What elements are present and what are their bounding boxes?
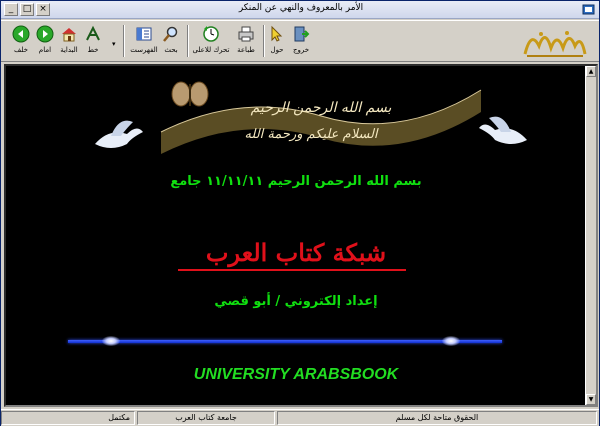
print-label: طباعة bbox=[237, 46, 255, 54]
dove-right-icon bbox=[479, 116, 527, 144]
index-label: الفهرست bbox=[130, 46, 158, 54]
status-bar: مكتمل جامعة كتاب العرب الحقوق متاحة لكل … bbox=[1, 409, 599, 426]
rights-text: الحقوق متاحة لكل مسلم bbox=[277, 411, 597, 425]
forward-arrow-icon bbox=[36, 25, 54, 43]
window-title: الأمر بالمعروف والنهي عن المنكر bbox=[238, 3, 364, 13]
toolbar: خلف امام البداية خط ▾ الفهرست بحث تحرك ل… bbox=[1, 20, 599, 62]
page-group: تحرك للاعلى طباعة bbox=[191, 23, 261, 61]
back-label: خلف bbox=[14, 46, 28, 54]
font-icon bbox=[86, 25, 100, 41]
butterfly-icon bbox=[171, 81, 209, 107]
minimize-button[interactable]: _ bbox=[4, 3, 18, 16]
title-underline bbox=[178, 269, 406, 271]
home-button[interactable]: البداية bbox=[57, 23, 81, 61]
maximize-button[interactable]: □ bbox=[20, 3, 34, 16]
print-icon bbox=[238, 26, 254, 42]
app-icon bbox=[582, 4, 595, 15]
author-line: إعداد إلكتروني / أبو قصي bbox=[214, 294, 378, 309]
tools-group: الفهرست بحث bbox=[129, 23, 183, 61]
divider-glow-right bbox=[442, 336, 460, 346]
banner-line1: بسم الله الرحمن الرحيم bbox=[251, 100, 392, 116]
publisher-text: جامعة كتاب العرب bbox=[137, 411, 275, 425]
search-button[interactable]: بحث bbox=[159, 23, 183, 61]
index-button[interactable]: الفهرست bbox=[129, 23, 159, 61]
home-icon bbox=[62, 28, 76, 42]
toolbar-separator bbox=[123, 25, 125, 57]
divider-glow-left bbox=[102, 336, 120, 346]
move-up-label: تحرك للاعلى bbox=[192, 46, 230, 54]
about-button[interactable]: حول bbox=[265, 23, 289, 61]
back-button[interactable]: خلف bbox=[9, 23, 33, 61]
scroll-up-icon[interactable]: ▲ bbox=[586, 66, 596, 77]
font-dropdown-arrow-icon[interactable]: ▾ bbox=[112, 40, 116, 48]
forward-label: امام bbox=[38, 46, 52, 54]
move-up-button[interactable]: تحرك للاعلى bbox=[191, 23, 231, 61]
vertical-scrollbar[interactable]: ▲ ▼ bbox=[585, 66, 596, 405]
search-icon bbox=[163, 26, 178, 42]
network-title: شبكة كتاب العرب bbox=[205, 238, 387, 267]
content-view[interactable]: بسم الله الرحمن الرحيم السلام عليكم ورحم… bbox=[4, 64, 598, 407]
window-controls: _ □ × bbox=[4, 3, 50, 16]
exit-label: خروج bbox=[292, 46, 310, 54]
close-button[interactable]: × bbox=[36, 3, 50, 16]
title-bar: _ □ × الأمر بالمعروف والنهي عن المنكر bbox=[1, 1, 599, 19]
banner-line2: السلام عليكم ورحمة الله bbox=[244, 127, 378, 142]
search-label: بحث bbox=[164, 46, 178, 54]
about-icon bbox=[271, 25, 283, 42]
index-icon bbox=[136, 27, 152, 41]
font-label: خط bbox=[87, 46, 99, 54]
divider-line bbox=[68, 340, 502, 343]
exit-button[interactable]: خروج bbox=[289, 23, 313, 61]
exit-icon bbox=[294, 26, 310, 42]
scroll-down-icon[interactable]: ▼ bbox=[586, 394, 596, 405]
print-button[interactable]: طباعة bbox=[231, 23, 261, 61]
home-label: البداية bbox=[60, 46, 78, 54]
back-arrow-icon bbox=[12, 25, 30, 43]
status-text: مكتمل bbox=[1, 411, 135, 425]
nav-group: خلف امام البداية خط bbox=[9, 23, 105, 61]
app-window: _ □ × الأمر بالمعروف والنهي عن المنكر خل… bbox=[0, 0, 600, 426]
move-up-icon bbox=[203, 26, 219, 42]
about-label: حول bbox=[270, 46, 284, 54]
toolbar-separator bbox=[187, 25, 189, 57]
app-logo bbox=[523, 31, 587, 57]
date-line: بسم الله الرحمن الرحيم ١١/١١/١١ جامع bbox=[170, 174, 422, 189]
font-button[interactable]: خط bbox=[81, 23, 105, 61]
university-link[interactable]: UNIVERSITY ARABSBOOK bbox=[6, 366, 586, 384]
greeting-banner-image: بسم الله الرحمن الرحيم السلام عليكم ورحم… bbox=[95, 81, 527, 154]
dove-left-icon bbox=[95, 120, 143, 148]
app-group: حول خروج bbox=[265, 23, 313, 61]
forward-button[interactable]: امام bbox=[33, 23, 57, 61]
